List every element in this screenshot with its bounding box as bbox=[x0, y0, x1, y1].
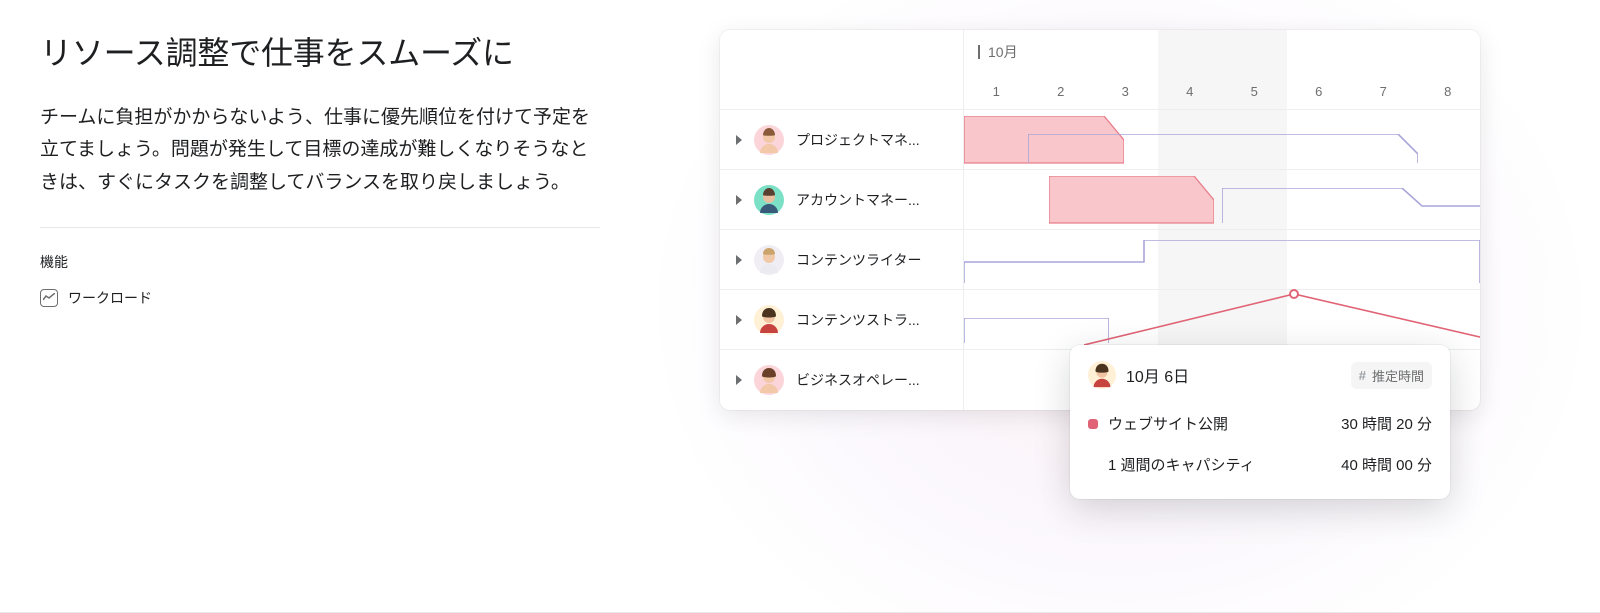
timeline-day: 5 bbox=[1222, 84, 1287, 99]
features-label: 機能 bbox=[40, 252, 600, 272]
workload-row[interactable]: アカウントマネー... bbox=[720, 170, 1480, 230]
row-name: ビジネスオペレー... bbox=[796, 370, 920, 390]
timeline-day: 1 bbox=[964, 84, 1029, 99]
chevron-right-icon[interactable] bbox=[736, 315, 742, 325]
workload-shape bbox=[1222, 188, 1480, 224]
workload-row[interactable]: コンテンツライター bbox=[720, 230, 1480, 290]
hash-icon: # bbox=[1359, 368, 1366, 383]
popover-capacity-label: 1 週間のキャパシティ bbox=[1108, 454, 1255, 475]
workload-row[interactable]: コンテンツストラ... bbox=[720, 290, 1480, 350]
chevron-right-icon[interactable] bbox=[736, 375, 742, 385]
overload-shape bbox=[1049, 176, 1214, 224]
timeline-day: 8 bbox=[1416, 84, 1481, 99]
divider bbox=[40, 227, 600, 228]
feature-workload-label: ワークロード bbox=[68, 288, 152, 308]
overload-line bbox=[1084, 290, 1480, 350]
row-name: プロジェクトマネ... bbox=[796, 130, 920, 150]
feature-workload-link[interactable]: ワークロード bbox=[40, 288, 600, 308]
popover-capacity-line: 1 週間のキャパシティ 40 時間 00 分 bbox=[1088, 444, 1432, 485]
estimate-badge[interactable]: # 推定時間 bbox=[1351, 362, 1432, 389]
hover-point[interactable] bbox=[1289, 289, 1299, 299]
avatar bbox=[1088, 361, 1116, 389]
avatar bbox=[754, 125, 784, 155]
chevron-right-icon[interactable] bbox=[736, 135, 742, 145]
workload-shape bbox=[1028, 134, 1418, 164]
popover-task-line: ウェブサイト公開 30 時間 20 分 bbox=[1088, 403, 1432, 444]
page-heading: リソース調整で仕事をスムーズに bbox=[40, 28, 600, 74]
workload-row[interactable]: プロジェクトマネ... bbox=[720, 110, 1480, 170]
popover-task-time: 30 時間 20 分 bbox=[1341, 413, 1432, 434]
workload-shape bbox=[964, 240, 1480, 284]
page-description: チームに負担がかからないよう、仕事に優先順位を付けて予定を立てましょう。問題が発… bbox=[40, 102, 600, 199]
workload-popover: 10月 6日 # 推定時間 ウェブサイト公開 30 時間 20 分 1 週間のキ… bbox=[1070, 345, 1450, 499]
timeline-day: 7 bbox=[1351, 84, 1416, 99]
timeline-day: 6 bbox=[1287, 84, 1352, 99]
chevron-right-icon[interactable] bbox=[736, 255, 742, 265]
timeline-day: 3 bbox=[1093, 84, 1158, 99]
timeline-days: 1 2 3 4 5 6 7 8 bbox=[964, 84, 1480, 99]
avatar bbox=[754, 365, 784, 395]
row-name: コンテンツライター bbox=[796, 250, 921, 270]
popover-capacity-time: 40 時間 00 分 bbox=[1341, 454, 1432, 475]
avatar bbox=[754, 185, 784, 215]
popover-task-name: ウェブサイト公開 bbox=[1108, 413, 1228, 434]
timeline-day: 4 bbox=[1158, 84, 1223, 99]
avatar bbox=[754, 305, 784, 335]
task-color-swatch bbox=[1088, 419, 1098, 429]
timeline-header: 10月 1 2 3 4 5 6 7 8 bbox=[720, 30, 1480, 110]
popover-date: 10月 6日 bbox=[1126, 363, 1189, 387]
trend-icon bbox=[40, 289, 58, 307]
avatar bbox=[754, 245, 784, 275]
chevron-right-icon[interactable] bbox=[736, 195, 742, 205]
row-name: アカウントマネー... bbox=[796, 190, 920, 210]
row-name: コンテンツストラ... bbox=[796, 310, 920, 330]
timeline-day: 2 bbox=[1029, 84, 1094, 99]
timeline-month: 10月 bbox=[978, 42, 1018, 62]
